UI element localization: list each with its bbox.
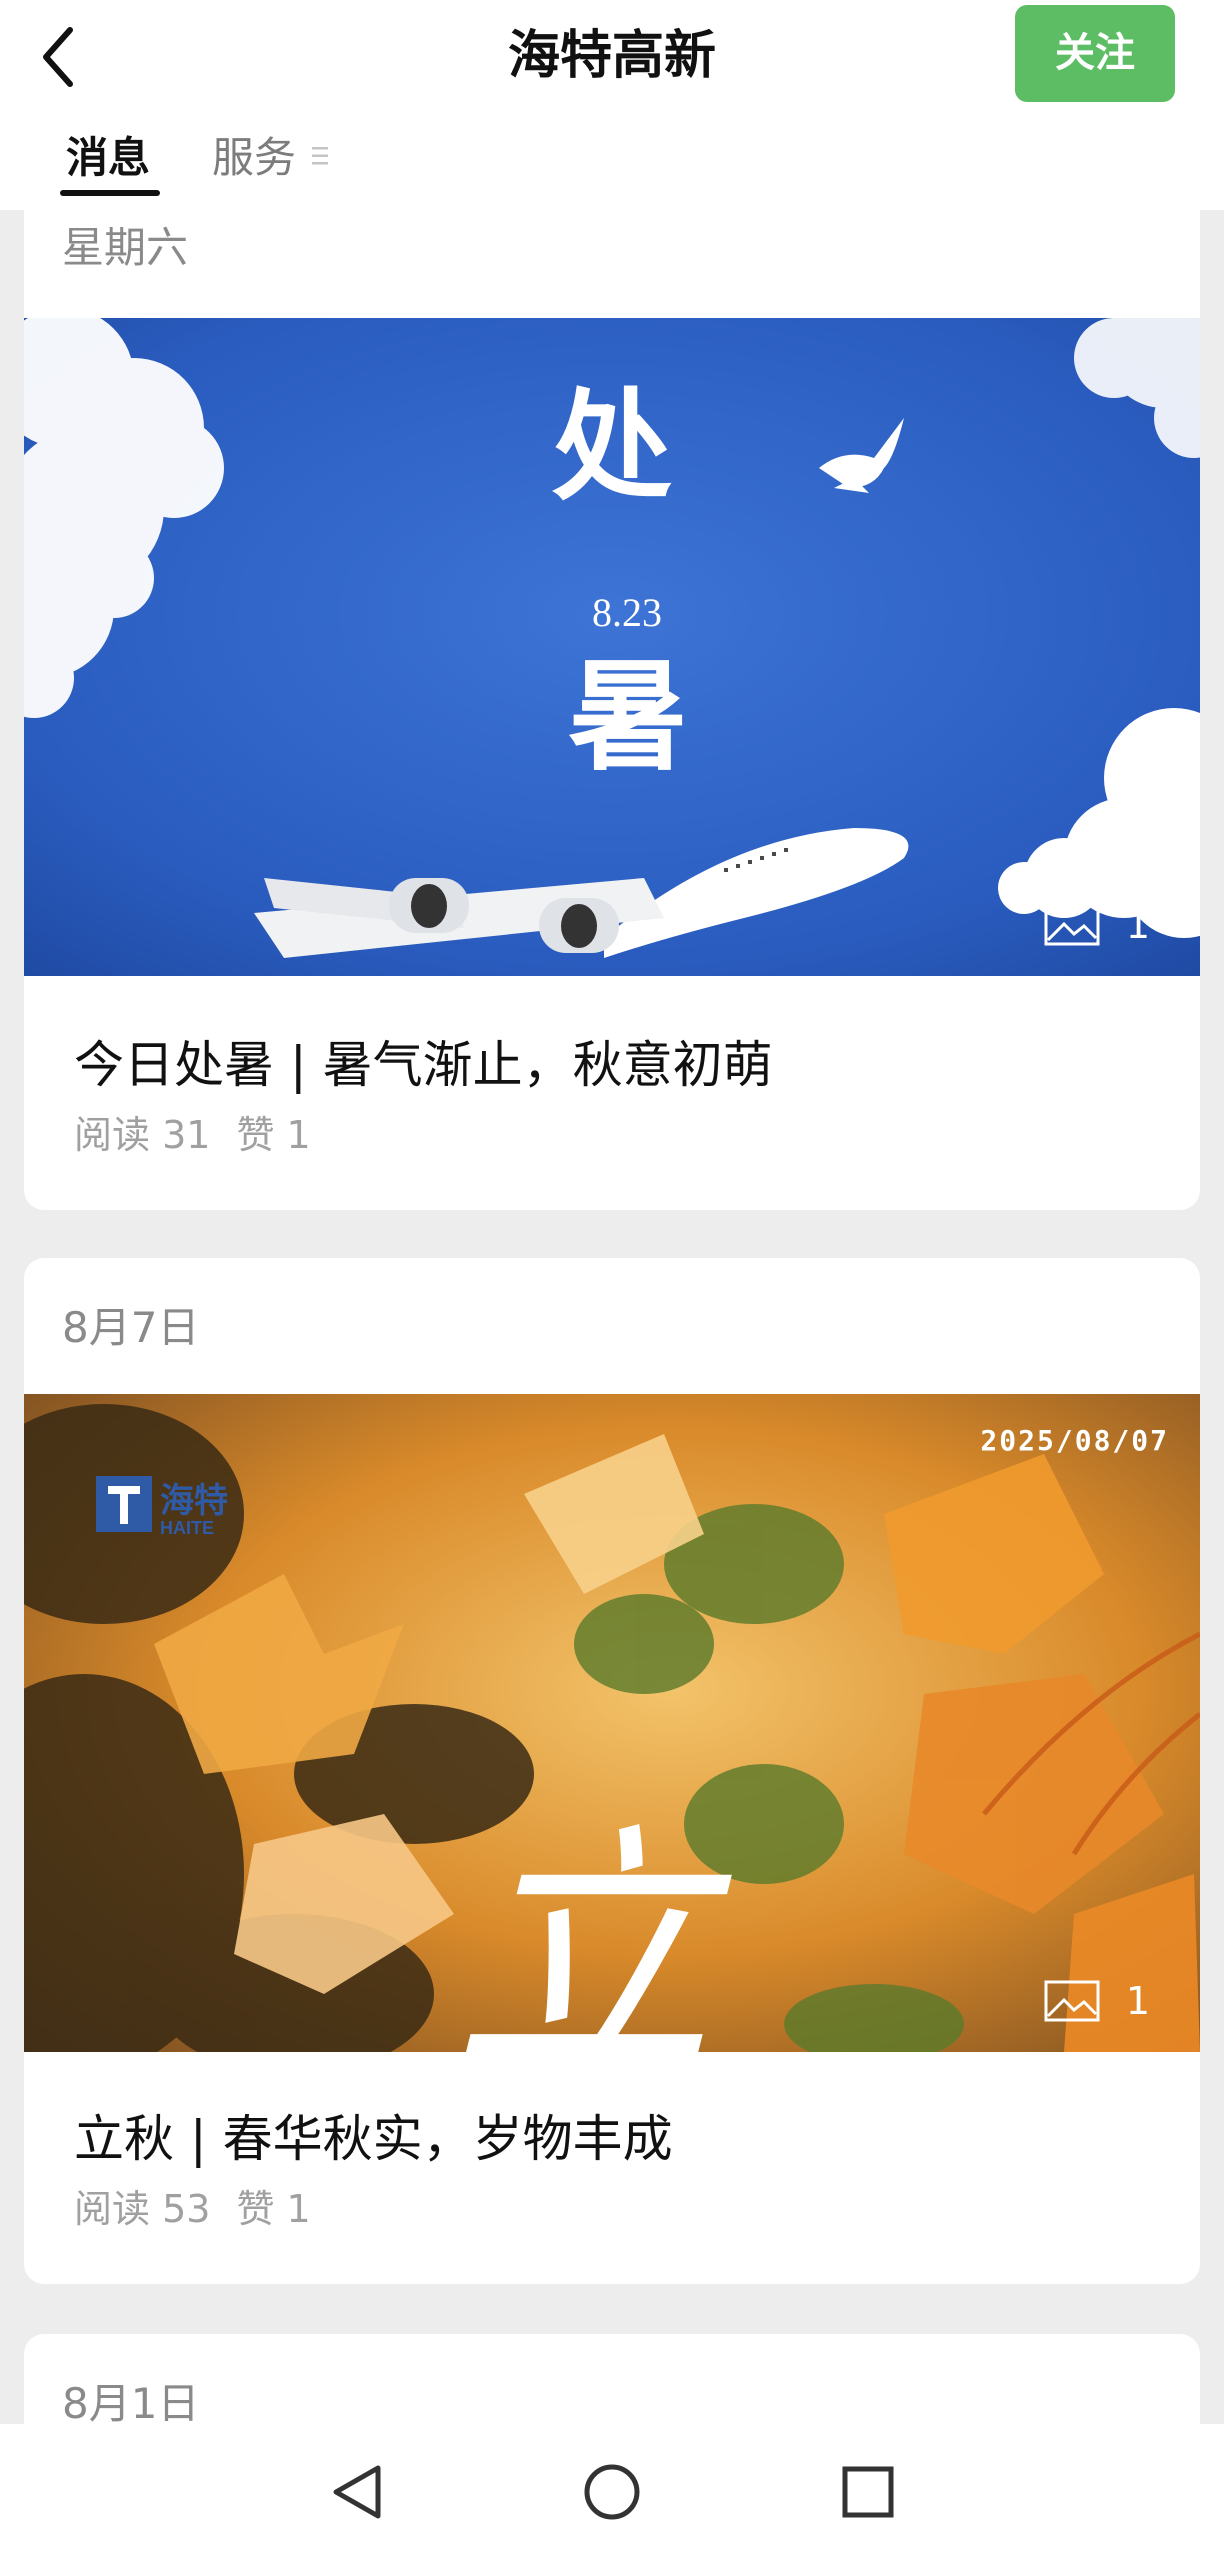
card-date: 星期六 xyxy=(62,223,189,272)
follow-button[interactable]: 关注 xyxy=(1015,5,1175,102)
square-recent-icon[interactable] xyxy=(838,2462,898,2522)
image-count-value: 1 xyxy=(1125,903,1150,947)
article-cover-image[interactable]: 处 8.23 暑 1 xyxy=(24,318,1200,976)
article-title[interactable]: 今日处暑 | 暑气渐止，秋意初萌 xyxy=(74,1030,773,1100)
like-count: 赞 1 xyxy=(236,1113,311,1157)
cover-char: 立 xyxy=(454,1813,734,2052)
cover-char-top: 处 xyxy=(552,381,672,514)
active-tab-indicator xyxy=(60,190,160,196)
article-card[interactable]: 星期六 处 8.23 暑 1 今日处暑 | 暑气渐止，秋意初萌 阅读 31 赞 … xyxy=(24,150,1200,1210)
app-screen: 海特高新 关注 消息 服务 星期六 处 8.23 暑 1 今日处暑 | 暑气渐止… xyxy=(0,0,1224,2557)
circle-home-icon[interactable] xyxy=(582,2462,642,2522)
cover-date-text: 8.23 xyxy=(592,590,662,635)
read-count: 阅读 31 xyxy=(74,1113,211,1157)
liqiu-cover-illustration: 海特 HAITE 2025/08/07 立 xyxy=(24,1394,1200,2052)
article-stats: 阅读 31 赞 1 xyxy=(74,1108,337,1162)
article-card[interactable]: 8月7日 海特 HAITE 2025/08/07 立 1 立秋 | 春华秋实，岁… xyxy=(24,1258,1200,2284)
cover-char-bottom: 暑 xyxy=(568,651,688,784)
article-stats: 阅读 53 赞 1 xyxy=(74,2182,337,2236)
tab-messages[interactable]: 消息 xyxy=(66,128,150,188)
logo-subtext: HAITE xyxy=(160,1518,214,1538)
tab-services[interactable]: 服务 xyxy=(212,128,296,188)
menu-lines-icon xyxy=(312,147,328,165)
logo-text: 海特 xyxy=(160,1482,228,1520)
like-count: 赞 1 xyxy=(236,2187,311,2231)
image-icon xyxy=(1044,1980,1100,2022)
chushu-cover-illustration: 处 8.23 暑 xyxy=(24,318,1200,976)
top-bar: 海特高新 关注 消息 服务 xyxy=(0,0,1224,210)
image-count-badge: 1 xyxy=(1044,900,1150,950)
article-title[interactable]: 立秋 | 春华秋实，岁物丰成 xyxy=(74,2104,673,2174)
card-date: 8月7日 xyxy=(62,1303,200,1352)
article-cover-image[interactable]: 海特 HAITE 2025/08/07 立 1 xyxy=(24,1394,1200,2052)
image-icon xyxy=(1044,904,1100,946)
cover-date-stamp: 2025/08/07 xyxy=(980,1424,1169,1457)
triangle-back-icon[interactable] xyxy=(328,2462,388,2522)
read-count: 阅读 53 xyxy=(74,2187,211,2231)
image-count-badge: 1 xyxy=(1044,1976,1150,2026)
haite-logo: 海特 HAITE xyxy=(96,1476,228,1538)
image-count-value: 1 xyxy=(1125,1979,1150,2023)
system-navigation-bar xyxy=(0,2424,1224,2557)
